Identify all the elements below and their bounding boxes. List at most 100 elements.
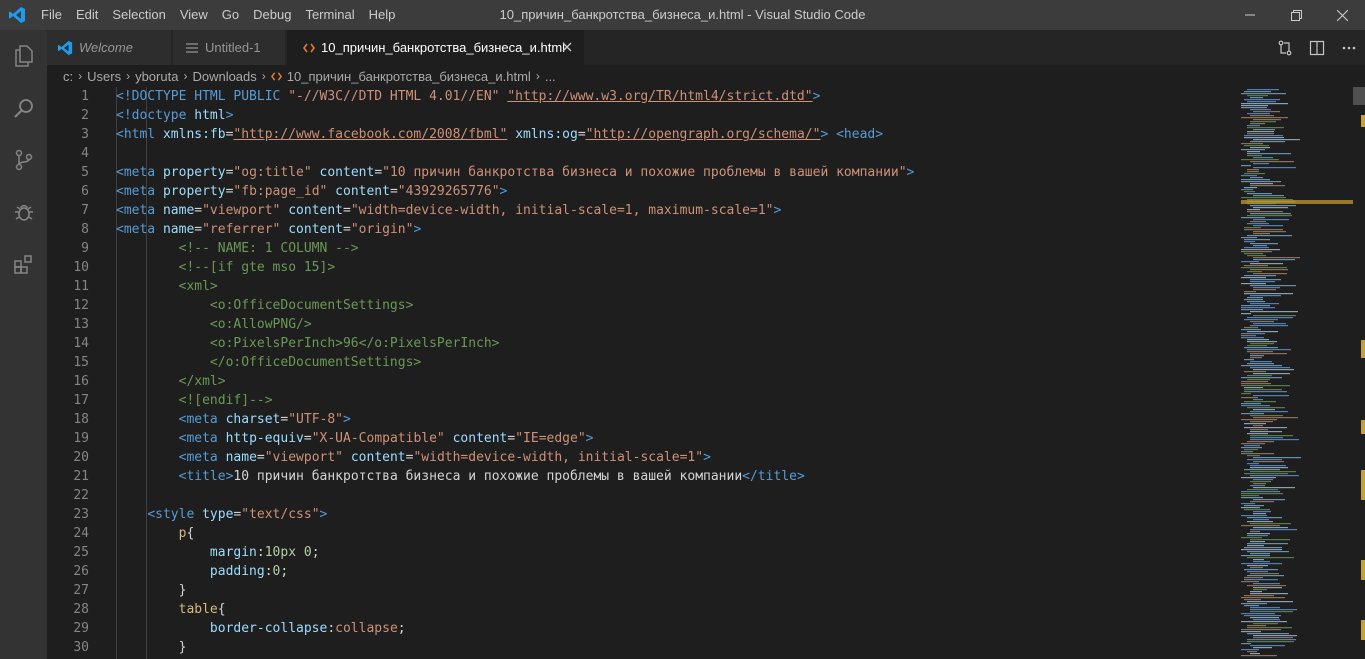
close-window-button[interactable] xyxy=(1319,0,1365,30)
line-number: 15 xyxy=(73,355,89,370)
debug-button[interactable] xyxy=(0,186,47,238)
code-token: property xyxy=(162,165,226,180)
line-code: } xyxy=(116,638,187,657)
menu-terminal[interactable]: Terminal xyxy=(298,0,361,30)
minimap-line xyxy=(1250,539,1290,541)
code-token: margin xyxy=(209,545,257,560)
scroll-marker xyxy=(1361,340,1365,358)
minimap-line xyxy=(1253,647,1272,649)
minimap-line xyxy=(1247,585,1286,587)
tab-untitled-1[interactable]: Untitled-1 xyxy=(173,30,286,65)
code-token: = xyxy=(389,184,398,199)
code-token: > xyxy=(225,108,234,123)
minimap-line xyxy=(1241,307,1275,309)
line-number: 16 xyxy=(73,374,89,389)
code-token: <head> xyxy=(836,127,884,142)
minimap-line xyxy=(1253,499,1285,501)
code-token: : xyxy=(327,621,336,636)
breadcrumb-item[interactable]: Users xyxy=(87,69,121,84)
breadcrumb-item[interactable]: 10_причин_банкротства_бизнеса_и.html xyxy=(287,69,531,84)
minimap-line xyxy=(1253,587,1282,589)
source-control-button[interactable] xyxy=(0,134,47,186)
code-editor[interactable]: 1 <!DOCTYPE HTML PUBLIC "-//W3C//DTD HTML… xyxy=(47,87,1237,659)
explorer-button[interactable] xyxy=(0,30,47,82)
minimap-line xyxy=(1244,473,1288,475)
minimap-line xyxy=(1247,113,1270,115)
code-token: <!doctype xyxy=(116,108,195,123)
code-token: "http://www.facebook.com/2008/fbml" xyxy=(233,127,508,142)
scrollbar-thumb[interactable] xyxy=(1353,87,1365,105)
minimap-line xyxy=(1250,285,1296,287)
minimap-line xyxy=(1250,343,1274,345)
minimap-line xyxy=(1244,299,1263,301)
breadcrumb-item[interactable]: yboruta xyxy=(135,69,178,84)
minimap-line xyxy=(1250,593,1288,595)
tab-welcome[interactable]: Welcome xyxy=(47,30,172,65)
code-token: table xyxy=(178,602,218,617)
code-token: <!--[if gte mso 15]> xyxy=(178,260,336,275)
tab-active-file[interactable]: 10_причин_банкротства_бизнеса_и.html xyxy=(287,30,584,65)
close-tab-button[interactable] xyxy=(559,39,575,55)
code-token: content xyxy=(350,450,406,465)
line-code: border-collapse:collapse; xyxy=(116,619,406,638)
code-token: > xyxy=(343,412,351,427)
restore-button[interactable] xyxy=(1273,0,1319,30)
menu-file[interactable]: File xyxy=(34,0,69,30)
split-editor-button[interactable] xyxy=(1301,30,1333,65)
menu-selection[interactable]: Selection xyxy=(105,0,172,30)
minimap-line xyxy=(1247,533,1270,535)
menu-edit[interactable]: Edit xyxy=(69,0,105,30)
minimap-line xyxy=(1244,191,1255,193)
minimize-button[interactable] xyxy=(1227,0,1273,30)
minimap-line xyxy=(1253,167,1296,169)
minimap-line xyxy=(1247,169,1259,171)
minimap-preview xyxy=(1241,89,1353,657)
minimap-line xyxy=(1244,577,1263,579)
minimap-line xyxy=(1241,175,1257,177)
minimap-line xyxy=(1250,147,1270,149)
minimap[interactable] xyxy=(1237,87,1353,659)
minimap-line xyxy=(1241,405,1270,407)
code-token: <meta xyxy=(178,412,226,427)
minimap-line xyxy=(1244,327,1258,329)
code-token: "referrer" xyxy=(202,222,281,237)
search-icon xyxy=(13,99,33,118)
code-token: <meta xyxy=(116,184,163,199)
minimap-line xyxy=(1253,409,1275,411)
minimap-line xyxy=(1250,567,1263,569)
breadcrumb-item[interactable]: ... xyxy=(545,69,556,84)
code-token: } xyxy=(178,640,187,655)
minimap-line xyxy=(1253,527,1288,529)
minimap-line xyxy=(1247,125,1260,127)
line-number: 25 xyxy=(73,545,89,560)
minimap-line xyxy=(1250,177,1263,179)
minimap-line xyxy=(1247,489,1278,491)
menu-help[interactable]: Help xyxy=(362,0,403,30)
minimap-line xyxy=(1247,455,1260,457)
menu-go[interactable]: Go xyxy=(215,0,246,30)
menu-debug[interactable]: Debug xyxy=(246,0,298,30)
breadcrumb-item[interactable]: c: xyxy=(63,69,73,84)
search-button[interactable] xyxy=(0,82,47,134)
minimap-line xyxy=(1241,447,1262,449)
minimap-line xyxy=(1241,443,1265,445)
menu-view[interactable]: View xyxy=(173,0,215,30)
minimap-line xyxy=(1244,469,1280,471)
minimap-line xyxy=(1244,253,1263,255)
breadcrumb-item[interactable]: Downloads xyxy=(192,69,256,84)
extensions-button[interactable] xyxy=(0,238,47,290)
open-changes-button[interactable] xyxy=(1269,30,1301,65)
more-actions-button[interactable] xyxy=(1333,30,1365,65)
editor-actions xyxy=(1269,30,1365,65)
minimap-line xyxy=(1247,215,1292,217)
minimap-line xyxy=(1241,451,1253,453)
tab-label: 10_причин_банкротства_бизнеса_и.html xyxy=(321,40,566,55)
minimap-line xyxy=(1250,213,1291,215)
minimap-line xyxy=(1241,385,1290,387)
minimap-highlight xyxy=(1241,200,1353,204)
